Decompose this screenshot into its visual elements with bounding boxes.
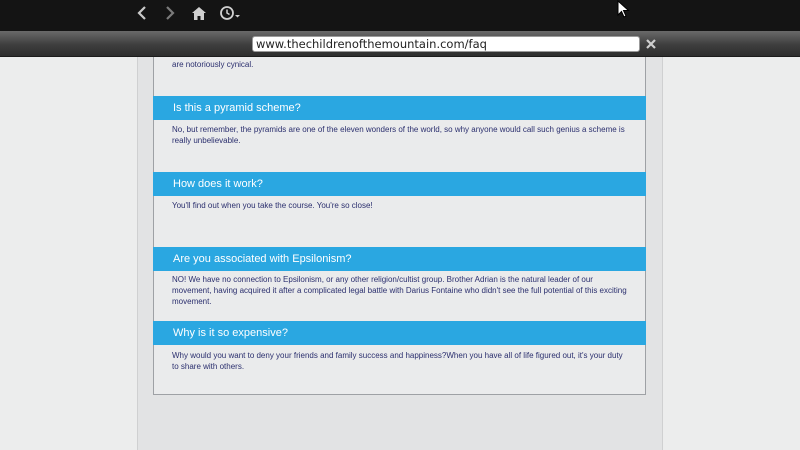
top-black-bar bbox=[0, 0, 800, 31]
close-icon[interactable] bbox=[644, 36, 658, 52]
faq-answer: No, but remember, the pyramids are one o… bbox=[172, 125, 625, 145]
faq-question-header: Is this a pyramid scheme? bbox=[153, 96, 646, 120]
faq-answer: You'll find out when you take the course… bbox=[172, 201, 373, 210]
mouse-pointer-icon bbox=[617, 0, 630, 18]
faq-answer: Why would you want to deny your friends … bbox=[172, 351, 623, 371]
back-arrow-icon bbox=[137, 6, 146, 20]
faq-question-header: Are you associated with Epsilonism? bbox=[153, 247, 646, 271]
faq-question-header: How does it work? bbox=[153, 172, 646, 196]
home-button[interactable] bbox=[190, 4, 208, 22]
faq-answer: NO! We have no connection to Epsilonism,… bbox=[172, 275, 627, 306]
address-bar[interactable]: www.thechildrenofthemountain.com/faq bbox=[252, 36, 640, 52]
history-button[interactable] bbox=[219, 4, 243, 22]
truncated-answer-text: are notoriously cynical. bbox=[172, 60, 254, 69]
back-button[interactable] bbox=[134, 4, 150, 22]
forward-arrow-icon bbox=[166, 6, 175, 20]
forward-button[interactable] bbox=[162, 4, 178, 22]
home-icon bbox=[192, 6, 206, 20]
faq-question-header: Why is it so expensive? bbox=[153, 321, 646, 345]
history-clock-icon bbox=[220, 6, 240, 20]
